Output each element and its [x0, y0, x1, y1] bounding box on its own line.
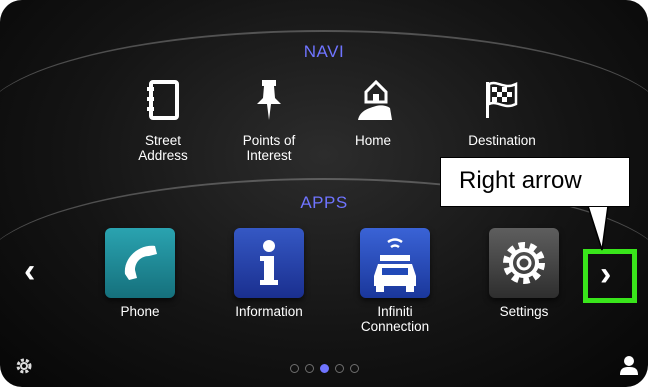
checkered-flag-icon	[447, 78, 557, 127]
navi-destination-button[interactable]: Destination	[447, 78, 557, 148]
home-icon	[318, 78, 428, 127]
app-information-button[interactable]: Information	[209, 228, 329, 319]
navi-points-of-interest-button[interactable]: Points of Interest	[214, 78, 324, 163]
pushpin-icon	[214, 78, 324, 127]
callout-text: Right arrow	[459, 167, 582, 194]
callout-pointer	[586, 200, 612, 251]
app-infiniti-connection-button[interactable]: Infiniti Connection	[335, 228, 455, 334]
navi-street-address-label: Street Address	[138, 133, 188, 163]
info-icon	[260, 240, 278, 285]
page-dot	[304, 364, 314, 373]
app-phone-button[interactable]: Phone	[80, 228, 200, 319]
page-dot	[334, 364, 344, 373]
connected-car-icon	[374, 238, 416, 292]
navi-points-of-interest-label: Points of Interest	[242, 133, 296, 163]
app-infiniti-connection-label: Infiniti Connection	[360, 304, 430, 334]
settings-gear-icon[interactable]	[14, 356, 34, 381]
app-settings-label: Settings	[499, 304, 549, 319]
navi-section-title: NAVI	[303, 42, 345, 61]
right-arrow-highlight-box	[583, 249, 637, 303]
app-phone-label: Phone	[120, 304, 160, 319]
left-arrow-button[interactable]: ‹	[24, 252, 35, 291]
app-phone-tile	[105, 228, 175, 298]
page-dot-active	[319, 364, 329, 373]
app-infiniti-connection-tile	[360, 228, 430, 298]
navi-street-address-button[interactable]: Street Address	[108, 78, 218, 163]
app-settings-tile	[489, 228, 559, 298]
page-dot	[349, 364, 359, 373]
callout-box: Right arrow	[440, 157, 630, 207]
navi-home-label: Home	[354, 133, 391, 148]
page-dot	[289, 364, 299, 373]
navi-destination-label: Destination	[468, 133, 536, 148]
app-information-tile	[234, 228, 304, 298]
user-profile-icon[interactable]	[618, 354, 640, 381]
phone-icon	[124, 245, 157, 280]
gear-icon	[503, 242, 545, 284]
navi-home-button[interactable]: Home	[318, 78, 428, 148]
app-information-label: Information	[235, 304, 303, 319]
address-book-icon	[108, 78, 218, 127]
page-indicator	[0, 360, 648, 378]
